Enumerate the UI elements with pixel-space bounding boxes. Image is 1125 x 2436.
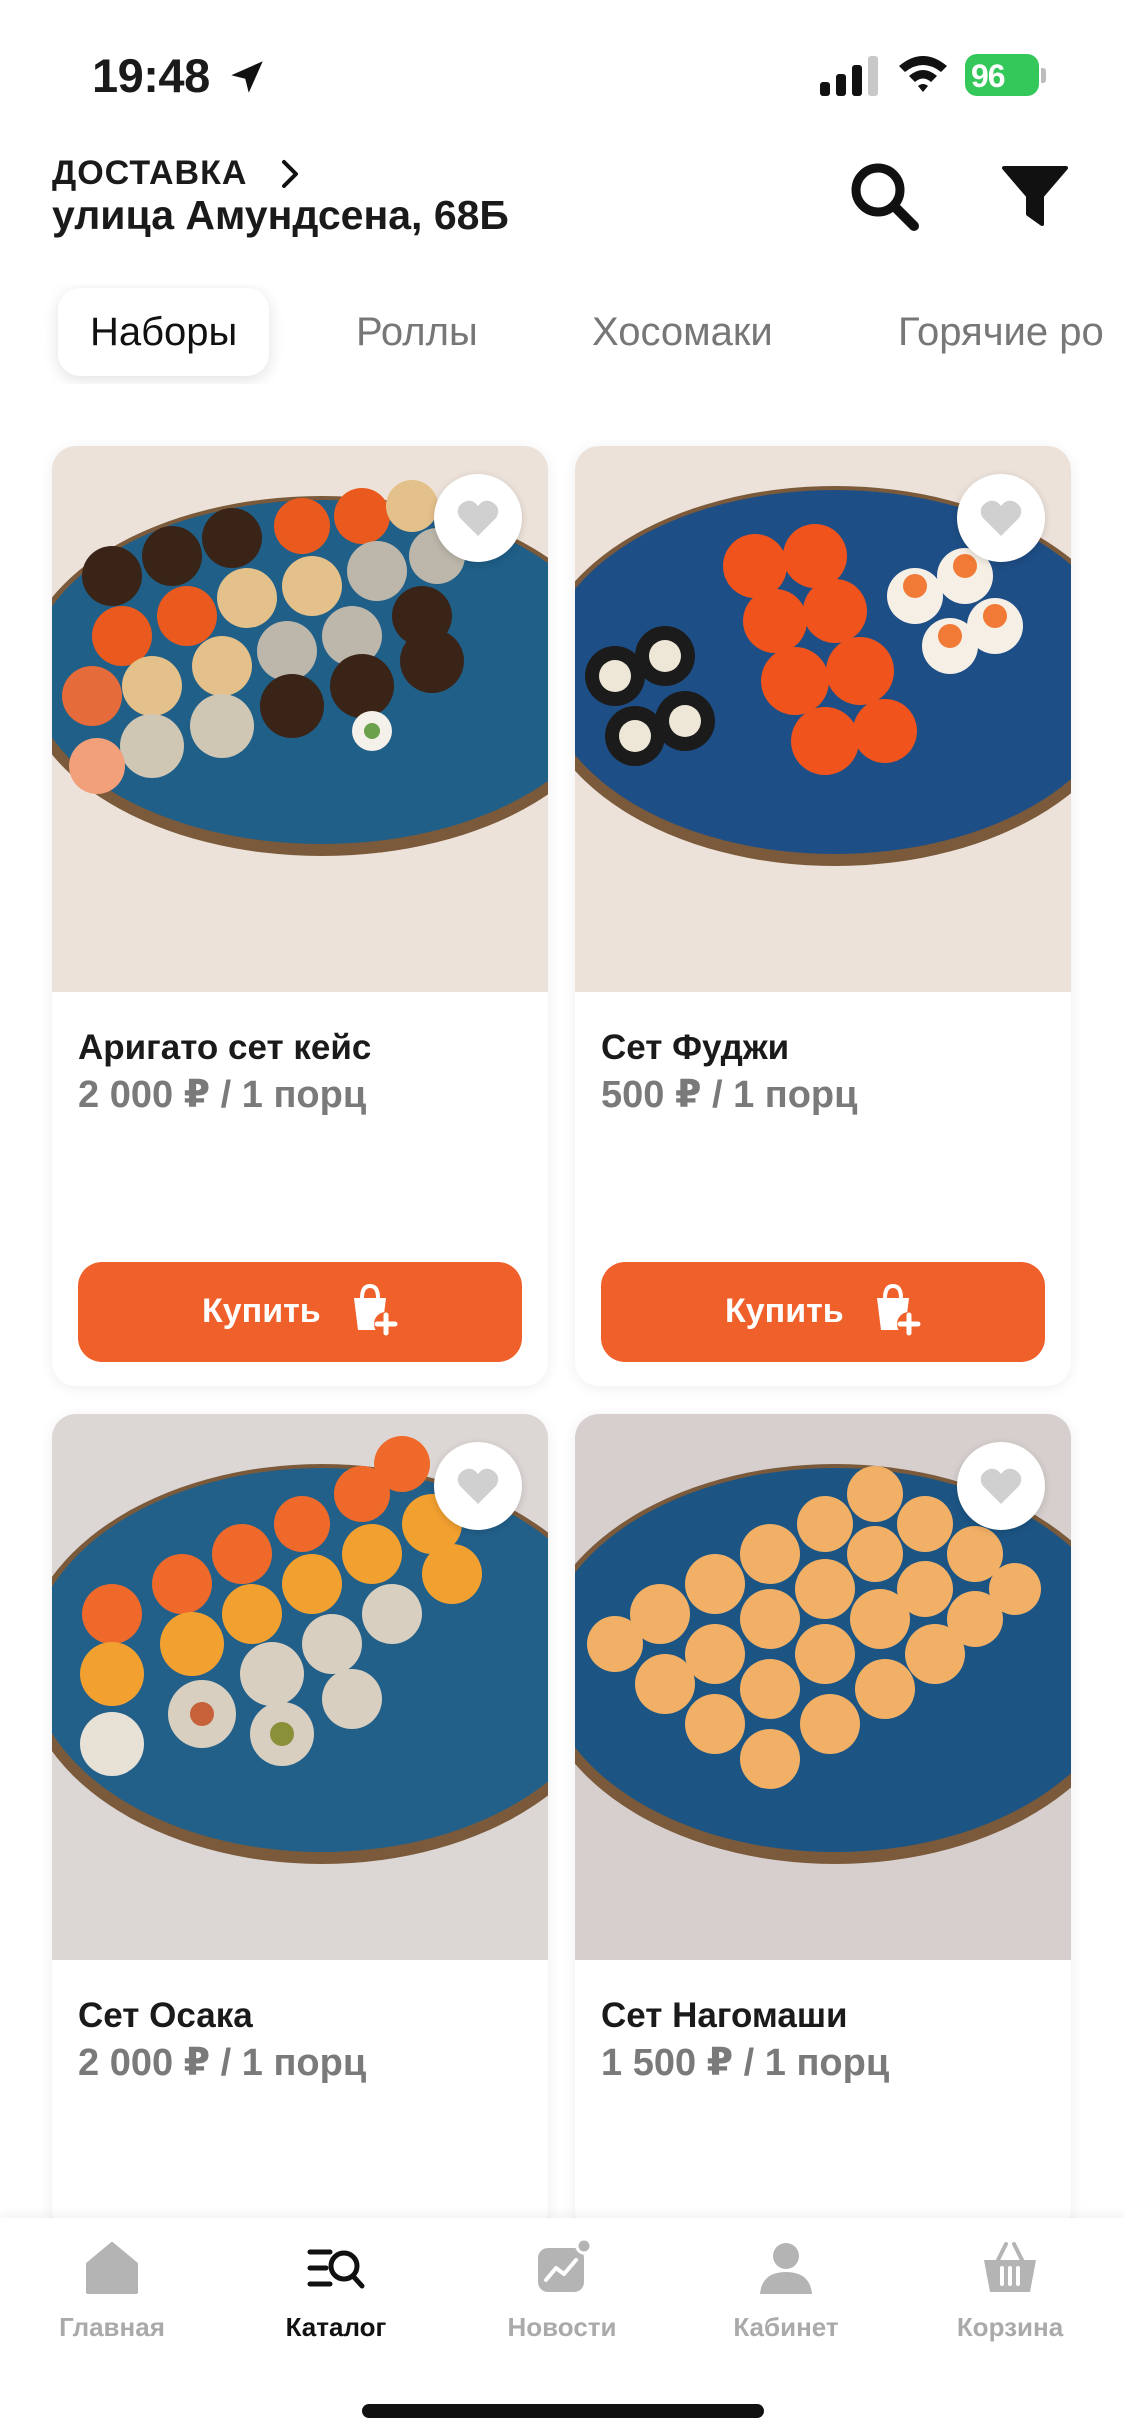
news-icon bbox=[538, 2238, 592, 2292]
favorite-button[interactable] bbox=[434, 1442, 522, 1530]
favorite-button[interactable] bbox=[957, 474, 1045, 562]
status-time: 19:48 bbox=[92, 49, 210, 102]
category-tabs: Наборы Роллы Хосомаки Горячие ро bbox=[0, 284, 1125, 384]
delivery-label: ДОСТАВКА bbox=[52, 154, 248, 192]
home-icon bbox=[86, 2242, 138, 2294]
product-title: Аригато сет кейс bbox=[78, 1028, 372, 1067]
battery-icon: 96 bbox=[965, 54, 1046, 98]
buy-label: Купить bbox=[202, 1292, 321, 1330]
add-to-basket-icon bbox=[877, 1284, 921, 1336]
nav-label: Каталог bbox=[285, 2312, 387, 2342]
nav-label: Новости bbox=[507, 2312, 617, 2342]
nav-label: Главная bbox=[59, 2312, 165, 2342]
location-arrow-icon bbox=[231, 61, 263, 93]
heart-icon bbox=[457, 1468, 499, 1504]
product-price: 2 000 ₽ / 1 порц bbox=[78, 2042, 367, 2084]
search-button[interactable] bbox=[846, 158, 922, 234]
wifi-icon bbox=[899, 56, 947, 92]
nav-home[interactable]: Главная bbox=[22, 2238, 202, 2358]
battery-level: 96 bbox=[971, 58, 1006, 94]
buy-button[interactable]: Купить bbox=[601, 1262, 1045, 1362]
nav-basket[interactable]: Корзина bbox=[920, 2238, 1100, 2358]
nav-news[interactable]: Новости bbox=[472, 2238, 652, 2358]
delivery-address: улица Амундсена, 68Б bbox=[52, 192, 509, 238]
catalog-icon bbox=[307, 2249, 365, 2289]
product-title: Сет Осака bbox=[78, 1996, 253, 2035]
search-icon bbox=[851, 163, 919, 231]
product-card[interactable]: Сет Фуджи 500 ₽ / 1 порц Купить bbox=[575, 446, 1071, 1386]
cellular-signal-icon bbox=[820, 56, 878, 96]
chevron-right-icon bbox=[282, 160, 298, 188]
nav-label: Кабинет bbox=[733, 2312, 839, 2342]
bottom-navigation: Главная Каталог Новости Кабинет Корзина bbox=[0, 2218, 1125, 2436]
product-card[interactable]: Сет Осака 2 000 ₽ / 1 порц bbox=[52, 1414, 548, 2234]
tab-hot-rolls[interactable]: Горячие ро bbox=[866, 288, 1125, 376]
home-indicator bbox=[362, 2404, 764, 2418]
product-title: Сет Фуджи bbox=[601, 1028, 790, 1067]
filter-icon bbox=[1002, 166, 1068, 226]
tab-sets[interactable]: Наборы bbox=[58, 288, 270, 376]
nav-profile[interactable]: Кабинет bbox=[696, 2238, 876, 2358]
buy-button[interactable]: Купить bbox=[78, 1262, 522, 1362]
product-price: 500 ₽ / 1 порц bbox=[601, 1074, 858, 1116]
filter-button[interactable] bbox=[1000, 164, 1070, 230]
status-bar: 19:48 96 bbox=[0, 0, 1125, 150]
heart-icon bbox=[980, 500, 1022, 536]
heart-icon bbox=[457, 500, 499, 536]
header: ДОСТАВКА улица Амундсена, 68Б bbox=[0, 150, 1125, 270]
nav-catalog[interactable]: Каталог bbox=[246, 2238, 426, 2358]
tab-rolls[interactable]: Роллы bbox=[324, 288, 510, 376]
product-card[interactable]: Сет Нагомаши 1 500 ₽ / 1 порц bbox=[575, 1414, 1071, 2234]
favorite-button[interactable] bbox=[434, 474, 522, 562]
product-price: 1 500 ₽ / 1 порц bbox=[601, 2042, 890, 2084]
add-to-basket-icon bbox=[354, 1284, 398, 1336]
tab-hosomaki[interactable]: Хосомаки bbox=[560, 288, 805, 376]
nav-label: Корзина bbox=[956, 2312, 1064, 2342]
product-price: 2 000 ₽ / 1 порц bbox=[78, 1074, 367, 1116]
product-title: Сет Нагомаши bbox=[601, 1996, 848, 2035]
buy-label: Купить bbox=[725, 1292, 844, 1330]
profile-icon bbox=[760, 2243, 812, 2294]
basket-icon bbox=[984, 2242, 1036, 2292]
heart-icon bbox=[980, 1468, 1022, 1504]
favorite-button[interactable] bbox=[957, 1442, 1045, 1530]
product-card[interactable]: Аригато сет кейс 2 000 ₽ / 1 порц Купить bbox=[52, 446, 548, 1386]
